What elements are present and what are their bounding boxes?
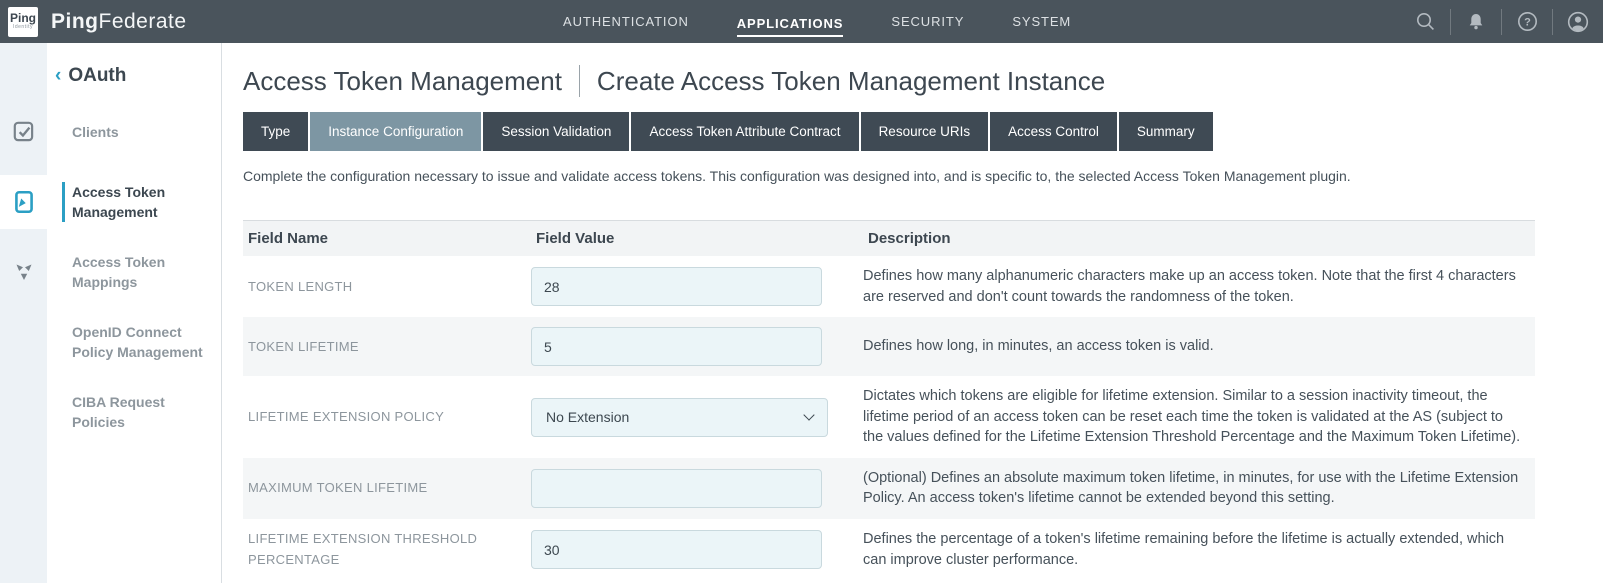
ping-logo-subtext: Identity [13,24,33,30]
help-icon[interactable]: ? [1516,11,1538,33]
table-row-lifetime-extension-policy: LIFETIME EXTENSION POLICY No Extension Dic… [243,376,1535,458]
topbar-icons: ? [1414,0,1589,43]
tab-access-control[interactable]: Access Control [990,112,1117,151]
sidebar-item-ciba-request-policies[interactable]: CIBA Request Policies [0,385,221,439]
sidebar-back-oauth[interactable]: ‹ OAuth [55,65,221,87]
tab-bar: TypeInstance ConfigurationSession Valida… [243,112,1603,151]
table-header-row: Field Name Field Value Description [243,221,1535,256]
field-name-label: TOKEN LENGTH [243,277,531,297]
field-value-cell [531,267,863,306]
page-title-section: Access Token Management [243,66,562,97]
field-description: Defines how many alphanumeric characters… [863,266,1535,307]
tab-summary[interactable]: Summary [1119,112,1213,151]
page-title: Access Token Management Create Access To… [243,65,1603,97]
field-value-cell: No Extension [531,398,863,437]
nav-system[interactable]: SYSTEM [1012,10,1071,33]
page-title-subsection: Create Access Token Management Instance [597,66,1105,97]
chevron-left-icon: ‹ [55,65,61,86]
tab-resource-uris[interactable]: Resource URIs [861,112,989,151]
sidebar-item-label: Access Token Mappings [62,252,207,293]
primary-nav: AUTHENTICATION APPLICATIONS SECURITY SYSTEM [563,0,1071,43]
top-bar: Ping Identity PingFederate AUTHENTICATIO… [0,0,1603,43]
field-name-label: LIFETIME EXTENSION THRESHOLD PERCENTAGE [243,529,531,569]
field-description: Dictates which tokens are eligible for l… [863,386,1535,448]
ping-logo: Ping Identity [8,7,38,37]
sidebar-item-access-token-management[interactable]: Access Token Management [0,175,221,229]
sidebar-items: Clients Access Token Management Access Tok… [0,105,221,439]
ping-logo-text: Ping [10,13,36,24]
topbar-divider [1450,9,1451,35]
sidebar-item-label: OpenID Connect Policy Management [62,322,207,363]
table-row-lifetime-extension-threshold-percentage: LIFETIME EXTENSION THRESHOLD PERCENTAGE D… [243,519,1535,580]
app-title: PingFederate [51,10,187,34]
user-icon[interactable] [1567,11,1589,33]
title-divider [579,65,580,97]
sidebar-item-label: Access Token Management [62,182,207,223]
token-length-input[interactable] [531,267,822,306]
sidebar-item-label: Clients [62,122,207,142]
sidebar-section-label: OAuth [68,65,126,86]
table-row-maximum-token-lifetime: MAXIMUM TOKEN LIFETIME (Optional) Defines… [243,458,1535,519]
column-header-field-name: Field Name [243,230,531,247]
nav-applications[interactable]: APPLICATIONS [737,12,844,37]
intro-text: Complete the configuration necessary to … [243,168,1603,184]
app-title-light: Federate [99,10,187,33]
sidebar-item-clients[interactable]: Clients [0,105,221,159]
topbar-divider [1501,9,1502,35]
search-icon[interactable] [1414,11,1436,33]
field-description: Defines the percentage of a token's life… [863,529,1535,570]
field-name-label: MAXIMUM TOKEN LIFETIME [243,478,531,498]
app-title-bold: Ping [51,10,99,33]
table-row-token-length: TOKEN LENGTH Defines how many alphanumeri… [243,256,1535,317]
field-description: (Optional) Defines an absolute maximum t… [863,468,1535,509]
field-name-label: TOKEN LIFETIME [243,337,531,357]
column-header-field-value: Field Value [531,230,863,247]
sidebar-item-label: CIBA Request Policies [62,392,207,433]
field-value-cell [531,469,863,508]
main-content: Access Token Management Create Access To… [222,43,1603,583]
sidebar-item-access-token-mappings[interactable]: Access Token Mappings [0,245,221,299]
lifetime-extension-threshold-percentage-input[interactable] [531,530,822,569]
no-icon [0,385,47,439]
sidebar: ‹ OAuth Clients Access Token Management Acc… [0,43,222,583]
chevron-down-icon [803,409,814,420]
tab-type[interactable]: Type [243,112,308,151]
nav-authentication[interactable]: AUTHENTICATION [563,10,689,33]
lifetime-extension-policy-select[interactable]: No Extension [531,398,828,437]
sidebar-content: ‹ OAuth Clients Access Token Management Acc… [0,43,221,439]
no-icon [0,315,47,369]
select-selected-value: No Extension [546,409,629,425]
clients-icon [0,105,47,159]
topbar-divider [1552,9,1553,35]
page-body: ‹OAuth ClientsAccess Token ManagementAcc… [0,43,1603,583]
tab-session-validation[interactable]: Session Validation [483,112,629,151]
sidebar-item-openid-connect-policy-management[interactable]: OpenID Connect Policy Management [0,315,221,369]
table-row-token-lifetime: TOKEN LIFETIME Defines how long, in minut… [243,317,1535,376]
svg-text:?: ? [1524,17,1531,29]
token-lifetime-input[interactable] [531,327,822,366]
bell-icon[interactable] [1465,11,1487,33]
field-name-label: LIFETIME EXTENSION POLICY [243,407,531,427]
pingfederate-app: Ping Identity PingFederate AUTHENTICATIO… [0,0,1603,583]
column-header-description: Description [863,230,1535,247]
nav-security[interactable]: SECURITY [891,10,964,33]
configuration-table: Field Name Field Value Description TOKEN… [243,220,1535,580]
field-value-cell [531,530,863,569]
field-description: Defines how long, in minutes, an access … [863,336,1535,357]
tab-instance-configuration[interactable]: Instance Configuration [310,112,481,151]
access-token-management-icon [0,175,47,229]
access-token-mappings-icon [0,245,47,299]
maximum-token-lifetime-input[interactable] [531,469,822,508]
table-body: TOKEN LENGTH Defines how many alphanumeri… [243,256,1535,580]
tab-access-token-attribute-contract[interactable]: Access Token Attribute Contract [631,112,858,151]
field-value-cell [531,327,863,366]
